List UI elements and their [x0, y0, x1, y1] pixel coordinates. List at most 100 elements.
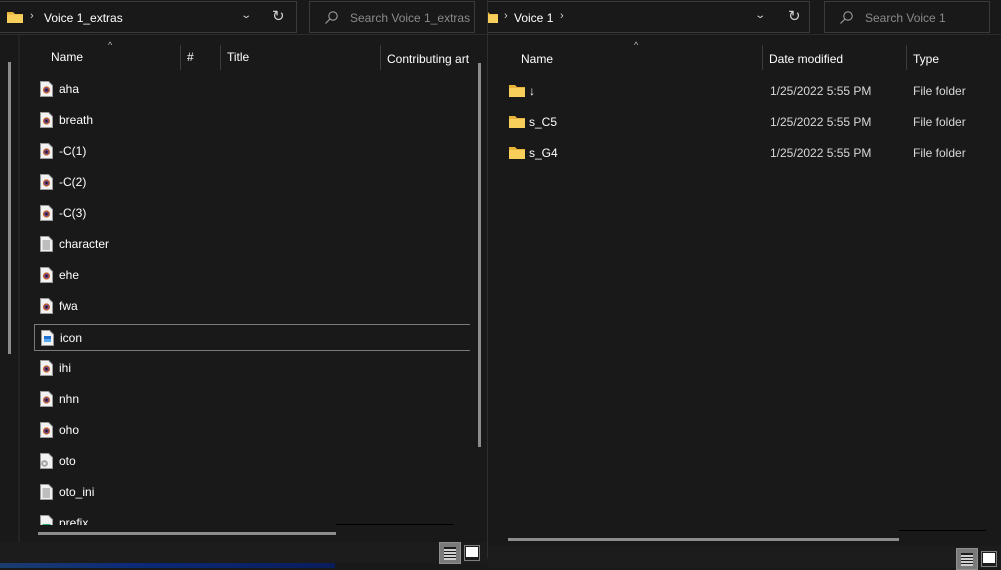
vertical-scrollbar[interactable] [478, 63, 481, 447]
breadcrumb-voice1-extras[interactable]: Voice 1_extras [44, 11, 123, 25]
file-name: -C(1) [59, 144, 87, 158]
audio-file-icon [40, 205, 53, 221]
search-box[interactable]: Search Voice 1 [824, 1, 990, 33]
tiles-view-icon[interactable] [981, 551, 997, 567]
column-header-number[interactable]: # [187, 50, 194, 64]
column-header-contributing-artists[interactable]: Contributing art [387, 52, 469, 66]
file-row[interactable]: icon [34, 324, 470, 351]
file-name: aha [59, 82, 80, 96]
column-header-title[interactable]: Title [227, 50, 249, 64]
details-view-icon[interactable] [956, 548, 978, 570]
file-name: ehe [59, 268, 80, 282]
chevron-down-icon[interactable]: ⌄ [240, 10, 252, 21]
horizontal-scrollbar[interactable] [508, 538, 899, 541]
file-row[interactable]: -C(1) [34, 138, 470, 165]
folder-row[interactable]: ↓ 1/25/2022 5:55 PM File folder [508, 77, 1001, 104]
sort-ascending-icon: ^ [634, 40, 639, 50]
date-modified: 1/25/2022 5:55 PM [770, 84, 872, 98]
column-separator[interactable] [906, 45, 907, 70]
audio-file-icon [40, 422, 53, 438]
refresh-icon[interactable]: ↻ [788, 9, 801, 24]
column-header-name[interactable]: Name [51, 50, 83, 64]
column-header-type[interactable]: Type [913, 52, 939, 66]
divider [488, 34, 1001, 35]
folder-row[interactable]: s_C5 1/25/2022 5:55 PM File folder [508, 108, 1001, 135]
sort-ascending-icon: ^ [108, 40, 113, 50]
file-row[interactable]: character [34, 231, 470, 258]
file-name: ihi [59, 361, 72, 375]
file-row[interactable]: -C(3) [34, 200, 470, 227]
folder-icon [509, 116, 525, 128]
search-placeholder[interactable]: Search Voice 1_extras [350, 11, 470, 25]
status-bar [0, 542, 487, 564]
settings-file-icon [40, 453, 53, 469]
divider [0, 34, 487, 35]
file-row[interactable]: -C(2) [34, 169, 470, 196]
chevron-right-icon[interactable]: › [504, 10, 508, 22]
address-bar[interactable]: › Voice 1 › ⌄ ↻ [482, 1, 810, 33]
file-row[interactable]: fwa [34, 293, 470, 320]
file-name: nhn [59, 392, 80, 406]
file-row[interactable]: nhn [34, 386, 470, 413]
audio-file-icon [40, 143, 53, 159]
chevron-right-icon[interactable]: › [560, 10, 564, 22]
text-file-icon [40, 236, 53, 252]
folder-icon [509, 147, 525, 159]
audio-file-icon [40, 298, 53, 314]
file-row[interactable]: aha [34, 76, 470, 103]
column-separator[interactable] [762, 45, 763, 70]
tiles-view-icon[interactable] [464, 545, 480, 561]
file-list: aha breath -C(1) -C(2) -C(3) character ehe fwa i… [20, 75, 475, 525]
breadcrumb-voice1[interactable]: Voice 1 [514, 11, 553, 25]
search-box[interactable]: Search Voice 1_extras [309, 1, 475, 33]
folder-name: s_G4 [529, 146, 558, 160]
search-icon [840, 11, 853, 24]
file-type: File folder [913, 146, 966, 160]
file-name: character [59, 237, 110, 251]
file-row[interactable]: oto_ini [34, 479, 470, 506]
file-row[interactable]: prefix [34, 510, 470, 525]
file-name: oto [59, 454, 76, 468]
audio-file-icon [40, 81, 53, 97]
file-name: oho [59, 423, 80, 437]
file-row[interactable]: ihi [34, 355, 470, 382]
column-header-date-modified[interactable]: Date modified [769, 52, 843, 66]
folder-name: s_C5 [529, 115, 558, 129]
file-row[interactable]: breath [34, 107, 470, 134]
file-name: fwa [59, 299, 78, 313]
column-separator[interactable] [380, 45, 381, 70]
refresh-icon[interactable]: ↻ [272, 9, 285, 24]
date-modified: 1/25/2022 5:55 PM [770, 115, 872, 129]
file-name: breath [59, 113, 94, 127]
audio-file-icon [40, 267, 53, 283]
details-view-icon[interactable] [439, 542, 461, 564]
chevron-down-icon[interactable]: ⌄ [754, 10, 766, 21]
folder-row[interactable]: s_G4 1/25/2022 5:55 PM File folder [508, 139, 1001, 166]
file-row[interactable]: oho [34, 417, 470, 444]
file-name: icon [60, 331, 83, 345]
audio-file-icon [40, 360, 53, 376]
file-name: prefix [59, 516, 89, 525]
file-row[interactable]: oto [34, 448, 470, 475]
date-modified: 1/25/2022 5:55 PM [770, 146, 872, 160]
search-placeholder[interactable]: Search Voice 1 [865, 11, 946, 25]
audio-file-icon [40, 391, 53, 407]
file-row[interactable]: ehe [34, 262, 470, 289]
horizontal-scrollbar[interactable] [38, 532, 336, 535]
column-header-name[interactable]: Name [521, 52, 553, 66]
column-separator[interactable] [220, 45, 221, 70]
file-name: -C(2) [59, 175, 87, 189]
address-bar[interactable]: › Voice 1_extras ⌄ ↻ [0, 1, 297, 33]
folder-name: ↓ [529, 84, 535, 98]
file-type: File folder [913, 115, 966, 129]
audio-file-icon [40, 174, 53, 190]
text-file-icon [40, 484, 53, 500]
file-name: oto_ini [59, 485, 95, 499]
file-name: -C(3) [59, 206, 87, 220]
column-separator[interactable] [180, 45, 181, 70]
navigation-pane-scrollbar[interactable] [8, 62, 11, 354]
chevron-right-icon[interactable]: › [30, 10, 34, 22]
search-icon [325, 11, 338, 24]
audio-file-icon [40, 112, 53, 128]
divider [899, 530, 986, 531]
